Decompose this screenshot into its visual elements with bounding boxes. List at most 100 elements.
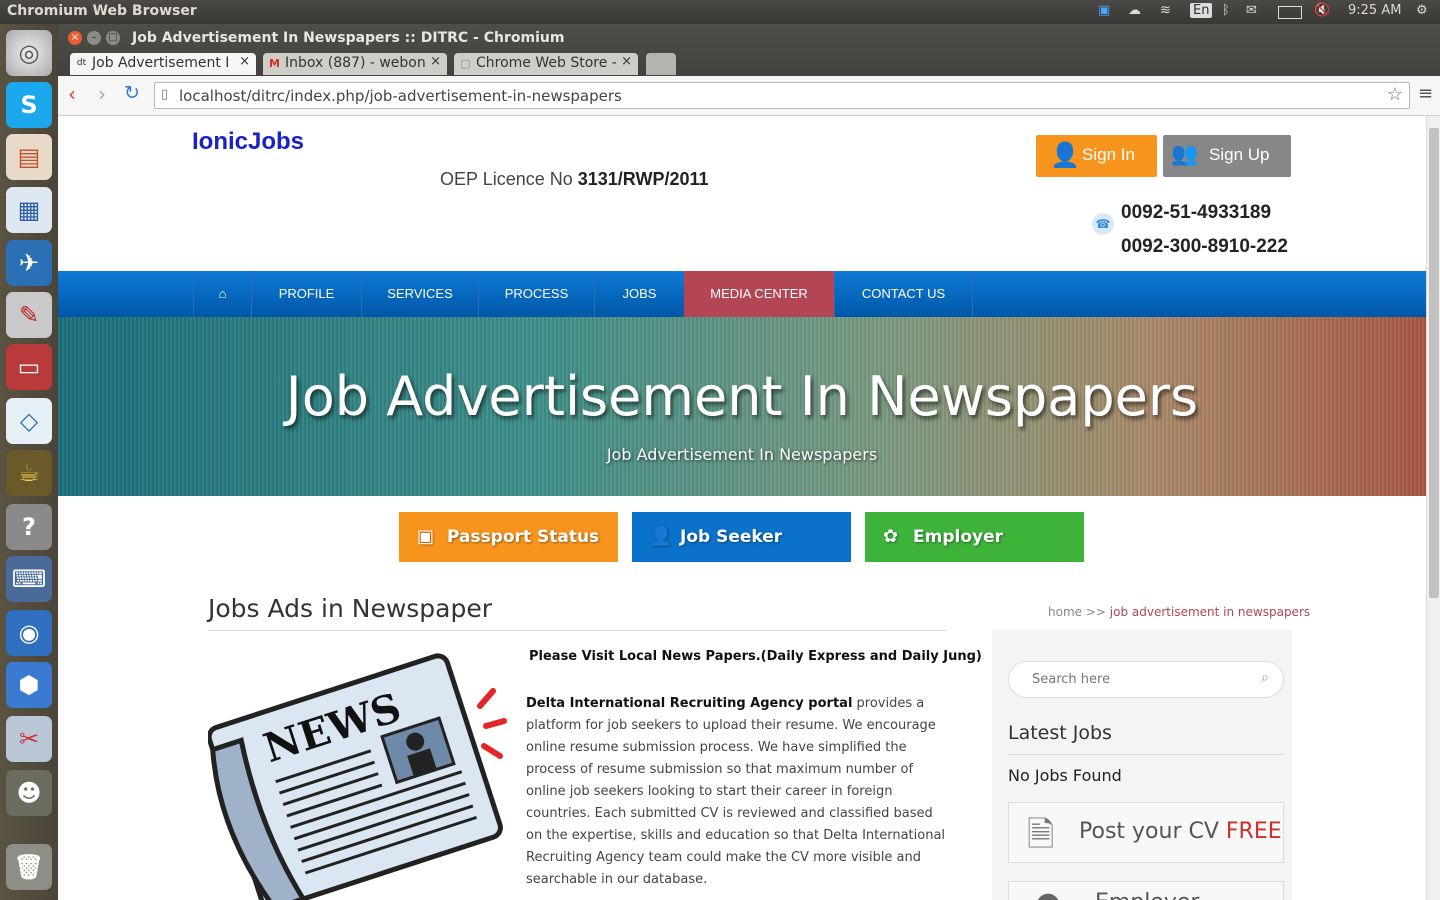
screenshot-icon[interactable]: ✂ xyxy=(6,716,52,762)
nav-item-jobs[interactable]: JOBS xyxy=(594,271,684,317)
active-app-name: Chromium Web Browser xyxy=(7,3,197,19)
launcher: ◎ S ▤ ▦ ✈ ✎ ▭ ◇ ☕ ? ⌨ ◉ ⬢ ✂ ☻ 🗑 xyxy=(0,24,58,900)
files-icon[interactable]: ▭ xyxy=(6,344,52,390)
group-icon: ✿ xyxy=(883,526,899,547)
skype-icon[interactable]: S xyxy=(6,82,52,128)
employer-button[interactable]: ✿ Employer xyxy=(865,512,1084,562)
newspaper-image: NEWS xyxy=(208,653,507,900)
tab-close-icon[interactable]: × xyxy=(426,54,441,69)
page-icon: ▯ xyxy=(161,87,169,102)
tab-label: Chrome Web Store - xyxy=(476,55,617,71)
window-maximize-button[interactable]: □ xyxy=(106,31,120,45)
search-placeholder: Search here xyxy=(1032,672,1111,687)
workbench-icon[interactable]: ◇ xyxy=(6,398,52,444)
search-input[interactable]: Search here ⌕ xyxy=(1008,661,1284,698)
url-text: localhost/ditrc/index.php/job-advertisem… xyxy=(179,87,622,105)
forward-arrow-icon[interactable]: › xyxy=(98,82,106,106)
new-tab-button[interactable] xyxy=(646,53,676,75)
no-jobs-text: No Jobs Found xyxy=(1008,766,1122,785)
writer-icon[interactable]: ▦ xyxy=(6,187,52,233)
cloud-icon[interactable]: ☁ xyxy=(1128,3,1141,18)
nav-home[interactable]: ⌂ xyxy=(193,271,251,317)
tab-label: Job Advertisement I xyxy=(92,55,230,71)
home-icon: ⌂ xyxy=(218,286,227,301)
ubuntu-dash-icon[interactable]: ◎ xyxy=(6,30,52,76)
document-icon: 🗎 xyxy=(1027,815,1055,855)
window-title: Job Advertisement In Newspapers :: DITRC… xyxy=(132,30,565,46)
phone-numbers: 0092-51-4933189 0092-300-8910-222 xyxy=(1121,196,1288,264)
chromium-icon[interactable]: ◉ xyxy=(6,610,52,656)
post-cv-button[interactable]: 🗎 Post your CV FREE xyxy=(1008,802,1284,863)
volume-muted-icon[interactable]: 🔇 xyxy=(1314,3,1330,18)
web-page: IonicJobs OEP Licence No 3131/RWP/2011 👤… xyxy=(58,116,1426,900)
page-scrollbar[interactable] xyxy=(1426,116,1440,900)
tab-inbox[interactable]: M Inbox (887) - webone × xyxy=(263,53,447,75)
virtualbox-icon[interactable]: ⬢ xyxy=(6,662,52,708)
sign-up-label: Sign Up xyxy=(1209,145,1270,164)
window-close-button[interactable]: × xyxy=(68,31,82,45)
agency-name: Delta International Recruiting Agency po… xyxy=(526,696,853,711)
visit-notice: Please Visit Local News Papers.(Daily Ex… xyxy=(529,649,982,664)
wifi-icon[interactable]: ≋ xyxy=(1160,3,1171,18)
latest-jobs-heading: Latest Jobs xyxy=(1008,722,1112,744)
window-minimize-button[interactable]: – xyxy=(87,31,101,45)
bookmark-star-icon[interactable]: ☆ xyxy=(1387,84,1403,105)
settings-gear-icon[interactable]: ⚙ xyxy=(1416,3,1428,18)
users-icon: 👥 xyxy=(1171,141,1199,166)
mail-icon[interactable]: ✉ xyxy=(1246,3,1257,18)
help-icon[interactable]: ? xyxy=(6,504,52,550)
licence-info: OEP Licence No 3131/RWP/2011 xyxy=(440,169,709,190)
divider xyxy=(208,630,946,631)
sign-in-label: Sign In xyxy=(1082,145,1135,164)
trash-icon[interactable]: 🗑 xyxy=(6,844,52,890)
licence-number: 3131/RWP/2011 xyxy=(577,169,709,189)
user-icon: ● xyxy=(1035,886,1061,900)
job-seeker-button[interactable]: 👤 Job Seeker xyxy=(632,512,851,562)
breadcrumb-home[interactable]: home xyxy=(1048,605,1082,619)
breadcrumb: home >> job advertisement in newspapers xyxy=(1048,605,1311,619)
clock[interactable]: 9:25 AM xyxy=(1348,3,1401,18)
employer-box[interactable]: ● Employer xyxy=(1008,881,1284,900)
keyboard-layout-indicator[interactable]: En xyxy=(1190,3,1213,18)
battery-icon[interactable] xyxy=(1278,6,1302,19)
site-logo[interactable]: IonicJobs xyxy=(192,128,304,156)
passport-icon: ▣ xyxy=(417,526,435,547)
nav-item-services[interactable]: SERVICES xyxy=(361,271,478,317)
divider xyxy=(1008,754,1284,755)
browser-window-chrome: × – □ Job Advertisement In Newspapers ::… xyxy=(58,24,1440,116)
passport-status-button[interactable]: ▣ Passport Status xyxy=(399,512,618,562)
address-bar[interactable]: ▯ localhost/ditrc/index.php/job-advertis… xyxy=(154,82,1410,109)
tab-chrome-web-store[interactable]: ▢ Chrome Web Store - × xyxy=(454,53,638,75)
remote-desktop-icon[interactable]: ⌨ xyxy=(6,556,52,602)
impress-icon[interactable]: ▤ xyxy=(6,134,52,180)
system-tools-icon[interactable]: ✎ xyxy=(6,292,52,338)
sidebar: Search here ⌕ Latest Jobs No Jobs Found … xyxy=(992,630,1292,900)
scrollbar-thumb[interactable] xyxy=(1429,128,1439,598)
site-favicon-icon: dt xyxy=(76,58,87,68)
gimp-icon[interactable]: ☻ xyxy=(6,770,52,816)
user-icon: 👤 xyxy=(1050,142,1080,169)
banner-subtitle: Job Advertisement In Newspapers xyxy=(606,445,878,464)
page-banner: Job Advertisement In Newspapers Job Adve… xyxy=(58,317,1426,496)
tab-close-icon[interactable]: × xyxy=(617,54,632,69)
reload-icon[interactable]: ↻ xyxy=(124,82,140,104)
nav-item-media-center[interactable]: MEDIA CENTER xyxy=(684,271,834,317)
user-icon: 👤 xyxy=(650,526,673,547)
tab-job-advertisement[interactable]: dt Job Advertisement I × xyxy=(70,53,256,75)
nav-item-process[interactable]: PROCESS xyxy=(478,271,594,317)
back-arrow-icon[interactable]: ‹ xyxy=(68,82,76,106)
sign-in-button[interactable]: 👤 Sign In xyxy=(1036,135,1157,177)
tab-close-icon[interactable]: × xyxy=(235,54,250,69)
search-icon[interactable]: ⌕ xyxy=(1261,670,1269,686)
bluetooth-icon[interactable]: ᛒ xyxy=(1222,3,1230,18)
sign-up-button[interactable]: 👥 Sign Up xyxy=(1163,135,1291,177)
thunderbird-icon[interactable]: ✈ xyxy=(6,240,52,286)
menu-icon[interactable]: ≡ xyxy=(1418,83,1433,104)
phone-number-2: 0092-300-8910-222 xyxy=(1121,236,1288,257)
teapot-icon[interactable]: ☕ xyxy=(6,450,52,496)
nav-item-contact-us[interactable]: CONTACT US xyxy=(834,271,973,317)
page-icon: ▢ xyxy=(460,57,471,70)
nav-item-profile[interactable]: PROFILE xyxy=(251,271,361,317)
breadcrumb-current: job advertisement in newspapers xyxy=(1109,605,1311,619)
dropbox-icon[interactable]: ▣ xyxy=(1098,3,1110,18)
